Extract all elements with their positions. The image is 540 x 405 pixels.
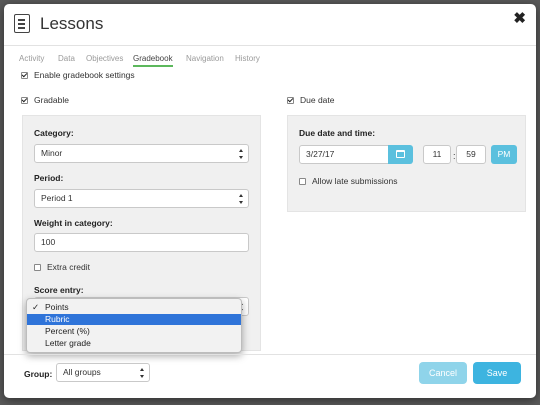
select-arrows-icon	[239, 194, 244, 204]
gradable-checkbox[interactable]	[21, 97, 28, 104]
score-option-letter-grade[interactable]: Letter grade	[27, 338, 241, 349]
score-option-points[interactable]: ✓ Points	[27, 302, 241, 313]
dialog-title: Lessons	[40, 14, 104, 33]
tab-gradebook[interactable]: Gradebook	[133, 54, 173, 67]
select-arrows-icon	[140, 368, 145, 378]
calendar-button[interactable]	[388, 145, 413, 164]
period-select[interactable]: Period 1	[34, 189, 249, 208]
category-label: Category:	[34, 128, 74, 138]
due-date-checkbox[interactable]	[287, 97, 294, 104]
due-date-label: Due date	[300, 95, 335, 105]
tab-objectives[interactable]: Objectives	[86, 54, 123, 63]
lessons-dialog: Lessons ✖ Activity Data Objectives Grade…	[4, 4, 536, 398]
hour-input[interactable]: 11	[423, 145, 451, 164]
score-option-percent[interactable]: Percent (%)	[27, 326, 241, 337]
allow-late-checkbox[interactable]	[299, 178, 306, 185]
close-icon[interactable]: ✖	[513, 9, 526, 27]
checkmark-icon: ✓	[32, 302, 40, 312]
weight-label: Weight in category:	[34, 218, 113, 228]
period-label: Period:	[34, 173, 64, 183]
group-value: All groups	[63, 367, 101, 377]
tab-data[interactable]: Data	[58, 54, 75, 63]
period-value: Period 1	[41, 193, 73, 203]
ampm-toggle[interactable]: PM	[491, 145, 517, 164]
due-date-input[interactable]: 3/27/17	[299, 145, 389, 164]
score-option-label: Percent (%)	[45, 326, 90, 336]
tab-navigation[interactable]: Navigation	[186, 54, 224, 63]
group-label: Group:	[24, 369, 53, 379]
gradable-label: Gradable	[34, 95, 69, 105]
enable-gradebook-label: Enable gradebook settings	[34, 70, 135, 80]
group-select[interactable]: All groups	[56, 363, 150, 382]
dialog-header: Lessons ✖	[4, 4, 536, 46]
extra-credit-checkbox[interactable]	[34, 264, 41, 271]
dialog-footer: Group: All groups Cancel Save	[4, 354, 536, 398]
tab-activity[interactable]: Activity	[19, 54, 44, 63]
save-button[interactable]: Save	[473, 362, 521, 384]
score-entry-dropdown: ✓ Points Rubric Percent (%) Letter grade	[26, 298, 242, 353]
minute-input[interactable]: 59	[456, 145, 486, 164]
category-value: Minor	[41, 148, 63, 158]
score-option-label: Rubric	[45, 314, 70, 324]
due-date-time-label: Due date and time:	[299, 128, 376, 138]
allow-late-label: Allow late submissions	[312, 176, 398, 186]
select-arrows-icon	[239, 149, 244, 159]
cancel-button[interactable]: Cancel	[419, 362, 467, 384]
tab-history[interactable]: History	[235, 54, 260, 63]
score-option-label: Points	[45, 302, 69, 312]
calendar-icon	[396, 150, 405, 158]
score-entry-label: Score entry:	[34, 285, 84, 295]
enable-gradebook-checkbox[interactable]	[21, 72, 28, 79]
document-icon	[14, 14, 30, 33]
category-select[interactable]: Minor	[34, 144, 249, 163]
weight-input[interactable]: 100	[34, 233, 249, 252]
extra-credit-label: Extra credit	[47, 262, 90, 272]
score-option-rubric[interactable]: Rubric	[27, 314, 241, 325]
score-option-label: Letter grade	[45, 338, 91, 348]
